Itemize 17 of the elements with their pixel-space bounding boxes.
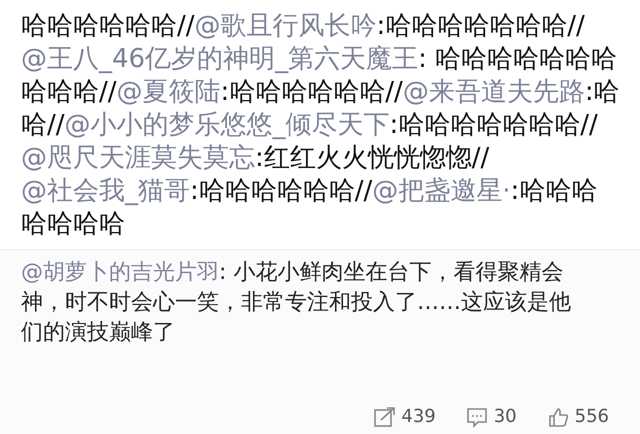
mention-link[interactable]: @小小的梦乐悠悠_倾尽天下 — [64, 110, 390, 140]
thumbs-up-icon[interactable] — [546, 406, 569, 428]
mention-link[interactable]: @咫尺天涯莫失莫忘 — [21, 143, 255, 173]
mention-link[interactable]: @王八_46亿岁的神明_第六天魔王 — [21, 44, 418, 74]
repost-count: 439 — [401, 405, 436, 429]
mention-link[interactable]: @社会我_猫哥 — [21, 176, 190, 206]
repost-icon[interactable] — [373, 406, 396, 428]
repost-text: 哈哈哈哈哈哈//@歌且行风长吟:哈哈哈哈哈哈哈// @王八_46亿岁的神明_第六天魔王: 哈哈哈哈哈哈哈哈哈哈//@夏筱陆:哈哈哈哈哈哈//@来吾道夫先路:哈哈//@小小的梦乐悠悠_倾尽天下:哈哈哈哈哈哈哈// @咫尺天涯莫失莫忘:红红火火恍恍惚惚// @社会我_猫哥:哈哈哈哈哈哈//@把盏邀星·:哈哈哈哈哈哈哈 — [21, 10, 621, 241]
mention-link[interactable]: @把盏邀星· — [372, 176, 511, 206]
comment-count: 30 — [494, 405, 517, 429]
mention-link[interactable]: @夏筱陆 — [116, 77, 221, 107]
like-count: 556 — [574, 405, 609, 429]
mention-link[interactable]: @胡萝卜的吉光片羽 — [21, 260, 219, 285]
comment-icon[interactable] — [466, 406, 488, 428]
mention-link[interactable]: @来吾道夫先路 — [402, 77, 585, 107]
mention-link[interactable]: @歌且行风长吟 — [194, 11, 377, 41]
original-post-text: @胡萝卜的吉光片羽: 小花小鲜肉坐在台下，看得聚精会神，时不时会心一笑，非常专注和投入了……这应该是他们的演技巅峰了 — [21, 259, 572, 347]
